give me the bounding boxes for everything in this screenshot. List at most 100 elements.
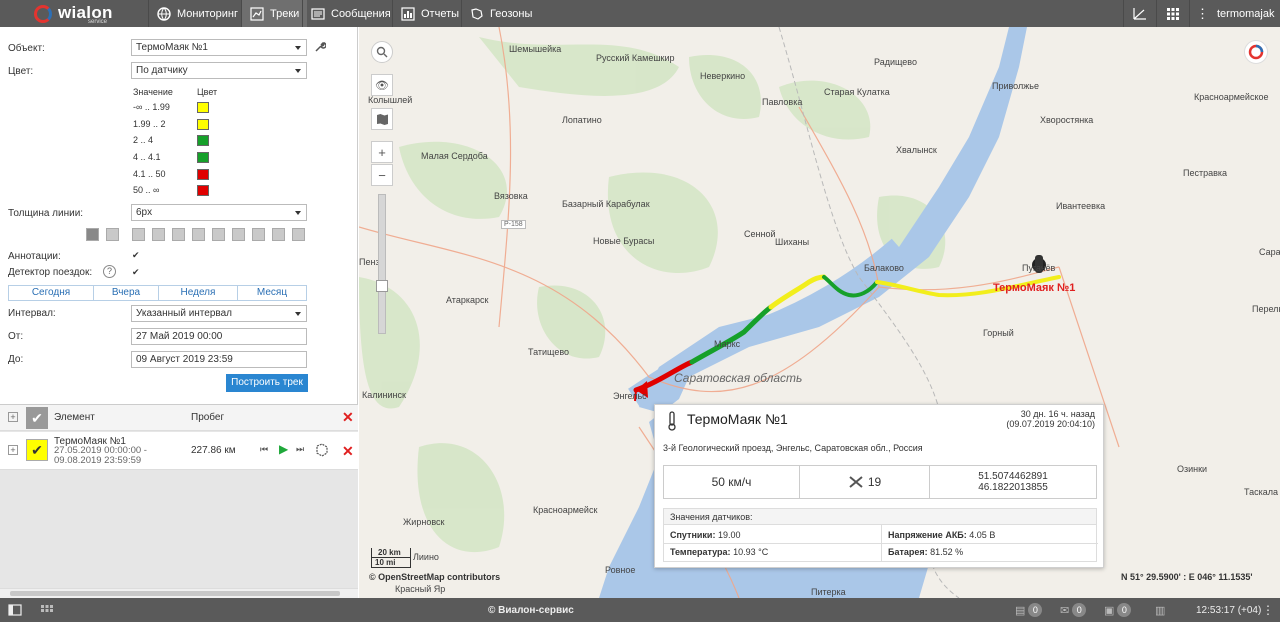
grid-header: + ✔ Элемент Пробег ✕ xyxy=(0,405,358,431)
sensor-battery-voltage: Напряжение АКБ: 4.05 В xyxy=(888,530,995,540)
period-yesterday-button[interactable]: Вчера xyxy=(93,285,159,301)
trip-detector-checkbox[interactable]: ✔ xyxy=(132,268,141,277)
chevron-down-icon xyxy=(295,69,301,73)
map-attribution[interactable]: © OpenStreetMap contributors xyxy=(369,572,500,582)
select-all-checkbox[interactable]: ✔ xyxy=(26,407,48,429)
kebab-menu-icon: ⋮ xyxy=(1262,603,1274,617)
legend-color-swatch[interactable] xyxy=(197,102,209,113)
legend-color-swatch[interactable] xyxy=(197,135,209,146)
logo-subtext: service xyxy=(88,19,108,25)
popup-coordinates: 51.5074462891 46.1822013855 xyxy=(929,465,1097,499)
unit-label[interactable]: ТермоМаяк №1 xyxy=(993,282,1075,294)
parking-p-icon[interactable] xyxy=(252,228,265,241)
envelope-icon: ✉ xyxy=(1060,604,1070,617)
build-track-button[interactable]: Построить трек xyxy=(226,374,308,392)
image-icon[interactable] xyxy=(212,228,225,241)
legend-color-header: Цвет xyxy=(197,87,218,97)
wrench-icon[interactable] xyxy=(314,41,326,53)
event-icon: ▥ xyxy=(1155,604,1166,617)
events-icon[interactable] xyxy=(192,228,205,241)
video-icon[interactable] xyxy=(232,228,245,241)
legend-color-swatch[interactable] xyxy=(197,169,209,180)
counter-badge: 0 xyxy=(1028,603,1043,617)
wialon-logo-mark xyxy=(34,5,52,23)
geofence-from-track-icon[interactable] xyxy=(314,442,330,458)
zoom-slider-handle[interactable] xyxy=(376,280,388,292)
object-select[interactable]: ТермоМаяк №1 xyxy=(131,39,307,56)
to-date-input[interactable]: 09 Август 2019 23:59 xyxy=(131,351,307,368)
flag-icon[interactable] xyxy=(106,228,119,241)
map-icon xyxy=(376,114,388,125)
wialon-logo[interactable]: wialon service xyxy=(0,0,148,27)
period-month-button[interactable]: Месяц xyxy=(237,285,307,301)
color-select[interactable]: По датчику xyxy=(131,62,307,79)
period-week-button[interactable]: Неделя xyxy=(158,285,238,301)
track-visible-checkbox[interactable]: ✔ xyxy=(26,439,48,461)
period-today-button[interactable]: Сегодня xyxy=(8,285,94,301)
road-shield: Р-158 xyxy=(501,220,526,229)
map-place-label: Лопатино xyxy=(562,115,602,125)
track-row[interactable]: + ✔ ТермоМаяк №1 27.05.2019 00:00:00 - 0… xyxy=(0,432,358,470)
expand-row-icon[interactable]: + xyxy=(8,445,18,455)
map-type-button[interactable] xyxy=(371,108,393,130)
counter-badge: 0 xyxy=(1072,603,1087,617)
parking-icon[interactable] xyxy=(132,228,145,241)
sensor-value: 81.52 % xyxy=(930,547,964,557)
delete-track-icon[interactable]: ✕ xyxy=(342,443,354,460)
scale-mi: 10 mi xyxy=(375,558,396,567)
delete-all-icon[interactable]: ✕ xyxy=(342,409,354,426)
zoom-out-button[interactable]: − xyxy=(371,164,393,186)
toggle-panel-button[interactable] xyxy=(8,598,22,622)
notifications-counter[interactable]: ▤ 0 xyxy=(1015,598,1043,622)
tab-label: Сообщения xyxy=(331,7,391,20)
help-icon[interactable]: ? xyxy=(103,265,116,278)
from-date-input[interactable]: 27 Май 2019 00:00 xyxy=(131,328,307,345)
measure-tool-button[interactable] xyxy=(1123,0,1156,27)
play-icon[interactable]: ▶ xyxy=(279,442,288,456)
tab-monitoring[interactable]: Мониторинг xyxy=(148,0,246,27)
legend-color-swatch[interactable] xyxy=(197,185,209,196)
tab-messages[interactable]: Сообщения xyxy=(302,0,399,27)
grid-horizontal-scrollbar[interactable] xyxy=(0,588,358,598)
annotations-checkbox[interactable]: ✔ xyxy=(132,251,141,260)
tab-label: Мониторинг xyxy=(177,7,239,20)
globe-icon xyxy=(157,6,171,21)
unit-info-popup: ТермоМаяк №1 30 дн. 16 ч. назад (09.07.2… xyxy=(654,404,1104,568)
user-menu[interactable]: ⋮ termomajak xyxy=(1189,0,1280,27)
rewind-icon[interactable]: ⏮ xyxy=(260,444,268,455)
expand-all-icon[interactable]: + xyxy=(8,412,18,422)
zoom-slider-track[interactable] xyxy=(378,194,386,334)
map-place-label: Красноармейск xyxy=(533,505,598,515)
image-icon: ▣ xyxy=(1104,604,1115,617)
arrow-icon[interactable] xyxy=(292,228,305,241)
legend-color-swatch[interactable] xyxy=(197,119,209,130)
map-place-label: Малая Сердоба xyxy=(421,151,488,161)
sensor-battery: Батарея: 81.52 % xyxy=(888,547,963,557)
speeding-icon[interactable] xyxy=(272,228,285,241)
tab-reports[interactable]: Отчеты xyxy=(392,0,467,27)
map-place-label: Новые Бурасы xyxy=(593,236,655,246)
map-layers-visibility-button[interactable]: 👁 xyxy=(371,74,393,96)
tab-geofences[interactable]: Геозоны xyxy=(461,0,540,27)
legend-color-swatch[interactable] xyxy=(197,152,209,163)
scrollbar-thumb[interactable] xyxy=(10,591,340,596)
help-menu-button[interactable]: ⋮ xyxy=(1262,598,1274,622)
apps-menu-button[interactable] xyxy=(1156,0,1189,27)
tab-tracks[interactable]: Треки xyxy=(241,0,308,27)
sensor-temperature: Температура: 10.93 °C xyxy=(670,547,768,557)
map-search-button[interactable] xyxy=(371,41,393,63)
interval-select[interactable]: Указанный интервал xyxy=(131,305,307,322)
fast-forward-icon[interactable]: ⏭ xyxy=(296,444,304,455)
line-width-select[interactable]: 6px xyxy=(131,204,307,221)
trip-number-icon[interactable] xyxy=(86,228,99,241)
events-button[interactable]: ▥ xyxy=(1155,598,1165,622)
images-counter[interactable]: ▣ 0 xyxy=(1104,598,1132,622)
status-bar: © Виалон-сервис ▤ 0 ✉ 0 ▣ 0 ▥ 12:53:17 (+04… xyxy=(0,598,1280,622)
wialon-locator-button[interactable] xyxy=(1244,40,1268,64)
minimap-toggle-button[interactable] xyxy=(40,598,54,622)
stop-icon[interactable] xyxy=(152,228,165,241)
messages-counter[interactable]: ✉ 0 xyxy=(1060,598,1087,622)
popup-last-message-time: (09.07.2019 20:04:10) xyxy=(1006,419,1095,429)
zoom-in-button[interactable]: + xyxy=(371,141,393,163)
fuel-icon[interactable] xyxy=(172,228,185,241)
